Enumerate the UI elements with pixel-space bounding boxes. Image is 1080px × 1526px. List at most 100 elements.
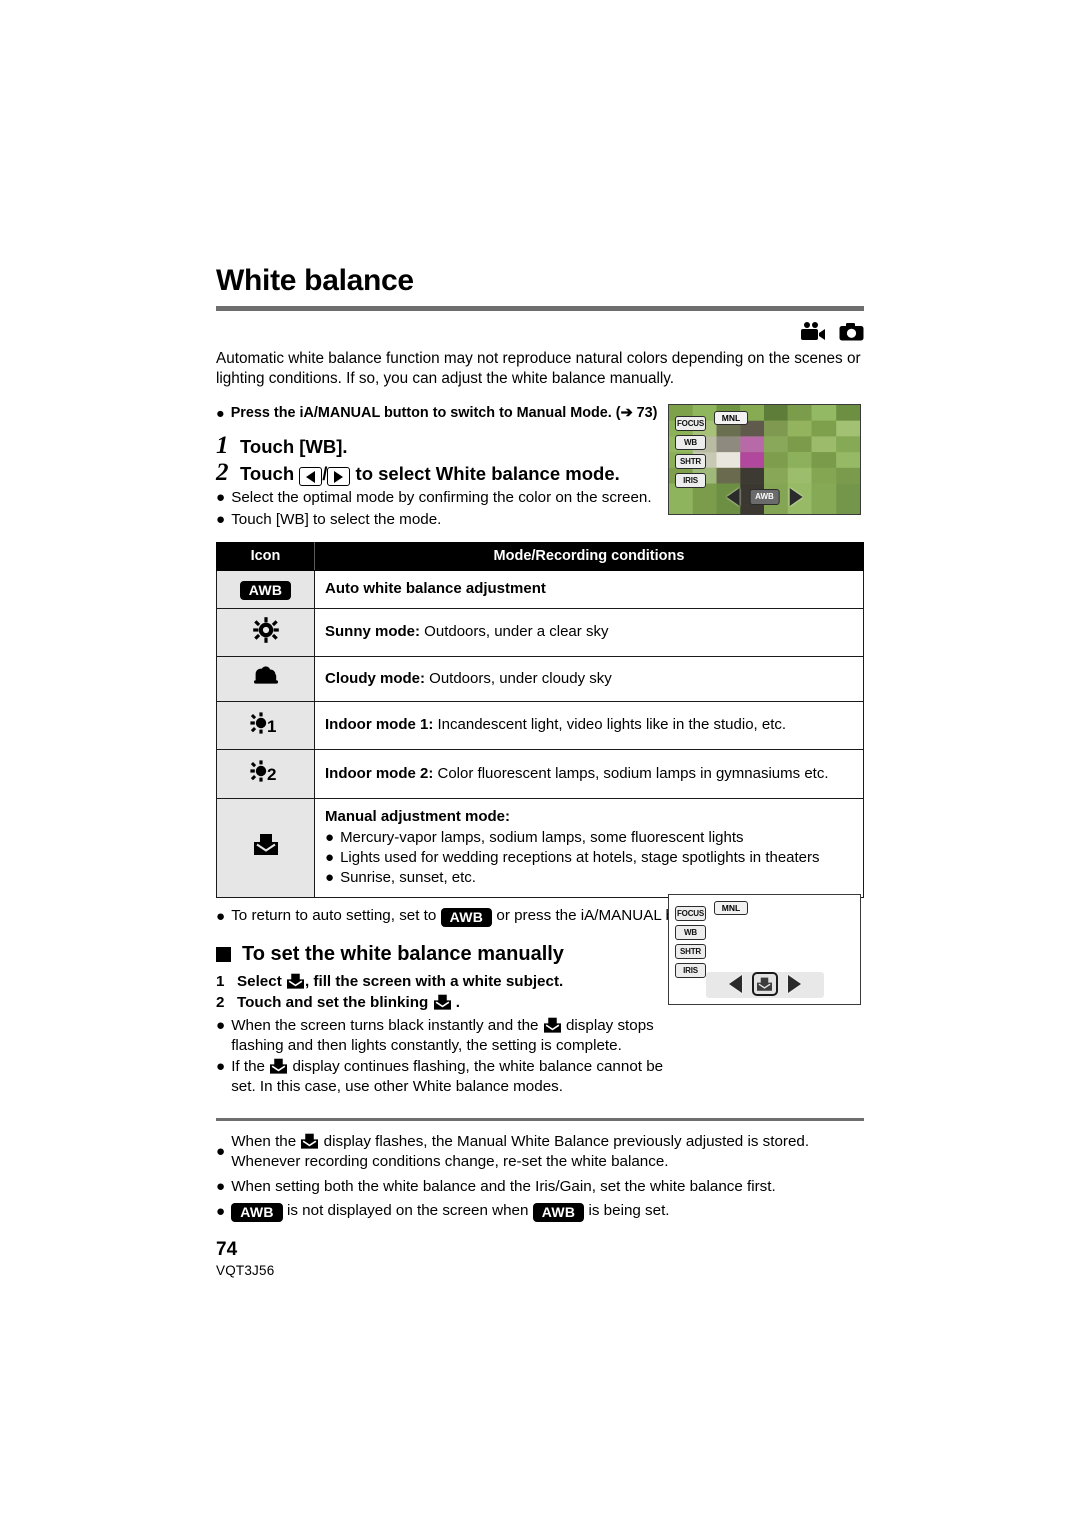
lcd1-iris-button[interactable]: IRIS bbox=[675, 473, 706, 488]
lcd2-mode-label: MNL bbox=[714, 901, 748, 915]
table-row: Manual adjustment mode: ● Mercury-vapor … bbox=[216, 797, 864, 899]
final-note-3-after: is being set. bbox=[588, 1202, 670, 1220]
lcd2-left-arrow-icon[interactable] bbox=[728, 975, 742, 993]
manual-adjustment-sub-list: ● Mercury-vapor lamps, sodium lamps, som… bbox=[325, 828, 853, 888]
table-row: Sunny mode: Outdoors, under a clear sky bbox=[216, 607, 864, 658]
awb-badge-icon: AWB bbox=[239, 580, 292, 600]
lcd1-right-arrow-icon[interactable] bbox=[789, 488, 803, 506]
final-note: ● When the display flashes, the Manual W… bbox=[216, 1132, 864, 1173]
intro-bullet-text: Press the iA/MANUAL button to switch to … bbox=[230, 404, 612, 421]
manual-step-1: 1 Select , fill the screen with a white … bbox=[216, 971, 646, 992]
indoor-mode-1-icon: 1 bbox=[249, 712, 276, 736]
awb-badge-icon: AWB bbox=[231, 1203, 283, 1223]
step-bullet-text: Select the optimal mode by confirming th… bbox=[231, 489, 652, 507]
cloudy-icon-cell bbox=[216, 656, 315, 702]
sub-list-item: ● Sunrise, sunset, etc. bbox=[325, 868, 853, 888]
manual-page: White balance Automatic white balance fu… bbox=[216, 0, 864, 1526]
title-divider bbox=[216, 306, 864, 311]
step-1: 1 Touch [WB]. bbox=[216, 433, 661, 458]
row-bold-text: Manual adjustment mode: bbox=[325, 807, 511, 825]
bullet-dot-icon: ● bbox=[216, 1058, 226, 1076]
sub-list-text: Sunrise, sunset, etc. bbox=[340, 869, 476, 887]
page-number: 74 bbox=[216, 1239, 238, 1260]
final-note-3-before: is not displayed on the screen when bbox=[286, 1202, 529, 1220]
lcd1-nav-group: AWB bbox=[726, 488, 803, 506]
step-2-text-after: to select White balance mode. bbox=[355, 462, 620, 484]
lcd2-shtr-button[interactable]: SHTR bbox=[675, 944, 706, 959]
manual-bullet-2-before: If the bbox=[231, 1058, 265, 1076]
lcd1-awb-indicator[interactable]: AWB bbox=[749, 489, 780, 505]
sub-list-text: Mercury-vapor lamps, sodium lamps, some … bbox=[340, 829, 744, 847]
lcd1-shtr-button[interactable]: SHTR bbox=[675, 454, 706, 469]
intro-paragraph: Automatic white balance function may not… bbox=[216, 350, 861, 388]
step-1-text: Touch [WB]. bbox=[240, 435, 348, 457]
table-row: Cloudy mode: Outdoors, under cloudy sky bbox=[216, 656, 864, 702]
step-2: 2 Touch / to select White balance mode. bbox=[216, 460, 661, 487]
lcd2-focus-button[interactable]: FOCUS bbox=[675, 906, 706, 921]
row-bold-text: Indoor mode 1: bbox=[325, 716, 434, 734]
lcd1-wb-button[interactable]: WB bbox=[675, 435, 706, 450]
row-normal-text: Incandescent light, video lights like in… bbox=[433, 716, 787, 734]
table-header-mode: Mode/Recording conditions bbox=[314, 541, 864, 571]
manual-bullet: ● When the screen turns black instantly … bbox=[216, 1016, 664, 1056]
indoor-mode-2-icon: 2 bbox=[249, 760, 276, 784]
square-bullet-icon bbox=[216, 947, 231, 963]
step-1-number: 1 bbox=[216, 431, 229, 459]
bullet-dot-icon: ● bbox=[216, 1143, 226, 1161]
arrow-right-icon: ➔ bbox=[620, 404, 633, 421]
lcd2-side-button-group: FOCUS WB SHTR IRIS bbox=[675, 906, 706, 978]
svg-text:2: 2 bbox=[267, 765, 276, 784]
final-note-2-text: When setting both the white balance and … bbox=[231, 1177, 776, 1195]
manual-step-2-number: 2 bbox=[216, 994, 225, 1012]
right-arrow-button-icon[interactable] bbox=[327, 467, 351, 487]
bullet-dot-icon: ● bbox=[325, 829, 335, 847]
manual-wb-icon bbox=[301, 1133, 319, 1149]
manual-step-2: 2 Touch and set the blinking . bbox=[216, 992, 646, 1013]
row-bold-text: Cloudy mode: bbox=[325, 669, 425, 687]
final-notes-divider bbox=[216, 1117, 864, 1121]
ref-close: ) bbox=[652, 404, 658, 421]
bullet-dot-icon: ● bbox=[216, 1016, 226, 1034]
lcd2-nav-group bbox=[728, 972, 801, 996]
lcd2-wb-button[interactable]: WB bbox=[675, 925, 706, 940]
lcd1-focus-button[interactable]: FOCUS bbox=[675, 416, 706, 431]
indoor-mode-2-icon-cell: 2 bbox=[216, 749, 315, 799]
lcd-screen-illustration-2: MNL FOCUS WB SHTR IRIS bbox=[668, 894, 861, 1005]
intro-page-ref: 73 bbox=[636, 404, 653, 421]
row-normal-text: Color fluorescent lamps, sodium lamps in… bbox=[433, 764, 829, 782]
left-arrow-button-icon[interactable] bbox=[299, 467, 323, 487]
page-title: White balance bbox=[216, 264, 414, 297]
lcd2-iris-button[interactable]: IRIS bbox=[675, 963, 706, 978]
manual-wb-icon bbox=[286, 973, 304, 989]
manual-adjustment-icon-cell bbox=[216, 797, 315, 899]
manual-bullet-list: ● When the screen turns black instantly … bbox=[216, 1016, 664, 1098]
step-bullet: ● Select the optimal mode by confirming … bbox=[216, 488, 656, 508]
bullet-dot-icon: ● bbox=[325, 869, 335, 887]
final-note-1-before: When the bbox=[231, 1132, 297, 1150]
bullet-dot-icon: ● bbox=[216, 1177, 226, 1195]
step-list: 1 Touch [WB]. 2 Touch / to select White … bbox=[216, 433, 661, 487]
row-bold-text: Auto white balance adjustment bbox=[325, 580, 546, 598]
manual-wb-icon bbox=[270, 1058, 288, 1074]
cloudy-icon bbox=[253, 666, 278, 684]
bullet-dot-icon: ● bbox=[216, 908, 226, 926]
manual-step-1-before: Select bbox=[237, 973, 282, 991]
final-note: ● When setting both the white balance an… bbox=[216, 1177, 864, 1198]
lcd2-right-arrow-icon[interactable] bbox=[787, 975, 801, 993]
manual-section-title: To set the white balance manually bbox=[242, 943, 564, 966]
lcd-screen-illustration-1: MNL FOCUS WB SHTR IRIS AWB bbox=[668, 404, 861, 515]
lcd1-left-arrow-icon[interactable] bbox=[726, 488, 740, 506]
row-bold-text: Indoor mode 2: bbox=[325, 764, 434, 782]
indoor-mode-1-icon-cell: 1 bbox=[216, 700, 315, 751]
lcd2-manual-wb-selected-icon[interactable] bbox=[751, 972, 778, 996]
row-bold-text: Sunny mode: bbox=[325, 623, 421, 641]
document-code: VQT3J56 bbox=[216, 1263, 275, 1278]
final-note: ● AWB is not displayed on the screen whe… bbox=[216, 1201, 864, 1223]
mode-icon-group bbox=[216, 318, 864, 344]
bullet-dot-icon: ● bbox=[216, 1202, 226, 1220]
manual-wb-icon bbox=[543, 1017, 561, 1033]
bullet-dot-icon: ● bbox=[216, 405, 225, 422]
page-footer: 74 VQT3J56 bbox=[216, 1240, 274, 1278]
still-camera-icon bbox=[839, 322, 864, 341]
table-row: 1 Indoor mode 1: Incandescent light, vid… bbox=[216, 700, 864, 751]
